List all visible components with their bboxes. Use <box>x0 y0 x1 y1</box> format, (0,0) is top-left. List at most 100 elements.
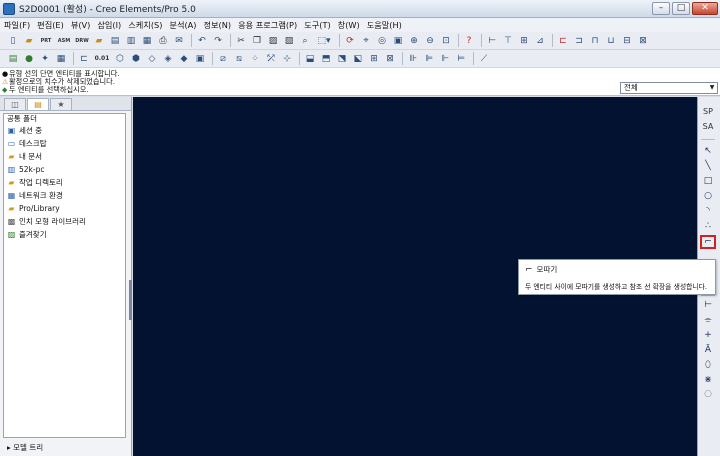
zoom-in-icon[interactable]: ⊕ <box>407 34 421 48</box>
accuracy-button[interactable]: 0.01 <box>93 52 111 66</box>
datum-planes-icon[interactable]: ⧄ <box>216 52 230 66</box>
folder-working-directory[interactable]: ▰ 작업 디렉토리 <box>4 176 125 189</box>
sketch-sa-button[interactable]: SA <box>700 120 716 134</box>
layers-icon[interactable]: ▤ <box>6 52 20 66</box>
regenerate-icon[interactable]: ⟳ <box>343 34 357 48</box>
sketch-diagnose-icon[interactable]: ⊠ <box>636 34 650 48</box>
view-shade-icon[interactable]: ⬢ <box>129 52 143 66</box>
feature-req-icon[interactable]: ⊔ <box>604 34 618 48</box>
annotation-display-icon[interactable]: ⊹ <box>280 52 294 66</box>
zoom-window-icon[interactable]: ▣ <box>391 34 405 48</box>
modify-tool-icon[interactable]: ⌯ <box>700 313 716 327</box>
select-arrow-icon[interactable]: ↖ <box>700 144 716 158</box>
model-tree-toggle[interactable]: ▸ 모델 트리 <box>3 442 126 454</box>
datum-axes-icon[interactable]: ⧅ <box>232 52 246 66</box>
folder-browser-icon[interactable]: ▰ <box>92 34 106 48</box>
navigator-splitter-handle[interactable] <box>129 280 132 320</box>
program-icon[interactable]: ⊨ <box>454 52 468 66</box>
zoom-out-icon[interactable]: ⊖ <box>423 34 437 48</box>
sketch-sp-button[interactable]: SP <box>700 105 716 119</box>
context-help-icon[interactable]: ? <box>462 34 476 48</box>
chamfer-tool-icon[interactable]: ⌐ <box>700 235 716 249</box>
folder-network[interactable]: ▦ 네트워크 환경 <box>4 189 125 202</box>
text-tool-icon[interactable]: Ā <box>700 343 716 357</box>
sphere-icon[interactable]: ● <box>22 52 36 66</box>
family-table-icon[interactable]: ⊩ <box>438 52 452 66</box>
view-hidden-icon[interactable]: ◈ <box>161 52 175 66</box>
sketch-section-icon[interactable]: ⬕ <box>351 52 365 66</box>
undo-icon[interactable]: ↶ <box>195 34 209 48</box>
sketch-ref-icon[interactable]: ⬔ <box>335 52 349 66</box>
menu-info[interactable]: 정보(N) <box>203 19 231 31</box>
save-copy-icon[interactable]: ▥ <box>124 34 138 48</box>
view-wireframe-icon[interactable]: ◇ <box>145 52 159 66</box>
view-no-hidden-icon[interactable]: ◆ <box>177 52 191 66</box>
orient-icon[interactable]: ⌖ <box>359 34 373 48</box>
rectangle-tool-icon[interactable]: □ <box>700 174 716 188</box>
maximize-button[interactable]: □ <box>672 2 690 15</box>
shade-closed-loops-icon[interactable]: ⊏ <box>556 34 570 48</box>
open-folder-icon[interactable]: ▰ <box>22 34 36 48</box>
circle-tool-icon[interactable]: ○ <box>700 189 716 203</box>
sketch-view-icon[interactable]: ⬓ <box>303 52 317 66</box>
selection-filter-select[interactable]: 전체 ▼ <box>620 82 718 94</box>
csys-display-icon[interactable]: ⤱ <box>264 52 278 66</box>
highlight-open-ends-icon[interactable]: ⊐ <box>572 34 586 48</box>
sketch-setup-icon[interactable]: ⊏ <box>77 52 91 66</box>
trim-tool-icon[interactable]: ⋇ <box>700 373 716 387</box>
overlap-geometry-icon[interactable]: ⊓ <box>588 34 602 48</box>
copy-icon[interactable]: ❐ <box>250 34 264 48</box>
redo-icon[interactable]: ↷ <box>211 34 225 48</box>
folder-favorites[interactable]: ▨ 즐겨찾기 <box>4 228 125 241</box>
sketch-relations-icon[interactable]: ⊫ <box>422 52 436 66</box>
paste-icon[interactable]: ▨ <box>266 34 280 48</box>
refit-icon[interactable]: ◎ <box>375 34 389 48</box>
folder-in-session[interactable]: ▣ 세션 중 <box>4 124 125 137</box>
find-icon[interactable]: ⌕ <box>298 34 312 48</box>
model-player-icon[interactable]: ⊪ <box>406 52 420 66</box>
save-icon[interactable]: ▤ <box>108 34 122 48</box>
open-drawing-button[interactable]: DRW <box>74 34 90 48</box>
paste-special-icon[interactable]: ▧ <box>282 34 296 48</box>
menu-view[interactable]: 뷰(V) <box>71 19 91 31</box>
point-display-icon[interactable]: ⁘ <box>248 52 262 66</box>
folder-desktop[interactable]: ▭ 데스크탑 <box>4 137 125 150</box>
folder-inch-model-library[interactable]: ▩ 인치 모형 라이브러리 <box>4 215 125 228</box>
sketch-delete-icon[interactable]: ⊠ <box>383 52 397 66</box>
menu-tools[interactable]: 도구(T) <box>304 19 330 31</box>
folder-pro-library[interactable]: ▰ Pro/Library <box>4 202 125 215</box>
folder-computer[interactable]: ▥ 52k-pc <box>4 163 125 176</box>
menu-applications[interactable]: 응용 프로그램(P) <box>238 19 297 31</box>
palette-tool-icon[interactable]: ⬯ <box>700 358 716 372</box>
view-3d-icon[interactable]: ⬡ <box>113 52 127 66</box>
line-tool-icon[interactable]: ╲ <box>700 159 716 173</box>
constraint-display-icon[interactable]: ⊤ <box>501 34 515 48</box>
view-manager-icon[interactable]: ▦ <box>54 52 68 66</box>
arc-tool-icon[interactable]: ◝ <box>700 204 716 218</box>
backup-icon[interactable]: ▦ <box>140 34 154 48</box>
close-button[interactable]: ✕ <box>692 2 718 15</box>
appearance-icon[interactable]: ✦ <box>38 52 52 66</box>
cut-icon[interactable]: ✂ <box>234 34 248 48</box>
sketch-grid-icon[interactable]: ⊞ <box>367 52 381 66</box>
select-box-icon[interactable]: ⬚▾ <box>314 34 334 48</box>
sketch-plane-icon[interactable]: ⬒ <box>319 52 333 66</box>
tab-favorites[interactable]: ★ <box>50 98 72 110</box>
view-shading-icon[interactable]: ▣ <box>193 52 207 66</box>
sketch-palette-icon[interactable]: ⟋ <box>477 52 491 66</box>
menu-sketch[interactable]: 스케치(S) <box>128 19 162 31</box>
mirror-tool-icon[interactable]: ⎔ <box>700 388 716 402</box>
tab-folder-browser[interactable]: ▤ <box>27 98 49 110</box>
dimension-tool-icon[interactable]: ⊢ <box>700 298 716 312</box>
menu-edit[interactable]: 편집(E) <box>37 19 64 31</box>
menu-insert[interactable]: 삽입(I) <box>97 19 121 31</box>
menu-help[interactable]: 도움말(H) <box>367 19 402 31</box>
grid-display-icon[interactable]: ⊞ <box>517 34 531 48</box>
vertex-display-icon[interactable]: ⊿ <box>533 34 547 48</box>
open-assembly-button[interactable]: ASM <box>56 34 72 48</box>
print-icon[interactable]: ⎙ <box>156 34 170 48</box>
constraint-tool-icon[interactable]: + <box>700 328 716 342</box>
email-icon[interactable]: ✉ <box>172 34 186 48</box>
menu-file[interactable]: 파일(F) <box>4 19 30 31</box>
chevron-down-icon[interactable]: ▼ <box>707 83 717 93</box>
